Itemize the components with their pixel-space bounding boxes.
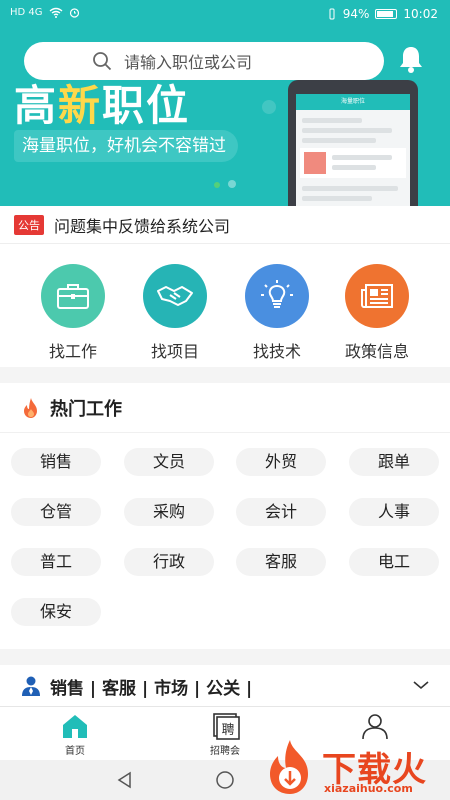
- quick-entry-circle: [245, 264, 309, 328]
- hot-jobs-title: 热门工作: [50, 398, 122, 420]
- job-tag[interactable]: 销售: [11, 448, 101, 476]
- network-indicator: HD 4G: [10, 7, 43, 18]
- battery-icon: [375, 9, 398, 19]
- tab-label: 首页: [65, 746, 85, 757]
- quick-entries: 找工作 找项目 找技术 政策信息: [0, 244, 450, 366]
- phone-line: [302, 118, 362, 123]
- battery-percent: 94%: [342, 7, 370, 21]
- watermark-domain: xiazaihuo.com: [324, 782, 413, 795]
- job-tag[interactable]: 客服: [236, 548, 326, 576]
- job-tag[interactable]: 跟单: [349, 448, 439, 476]
- notice-text[interactable]: 问题集中反馈给系统公司: [54, 213, 230, 237]
- notice-bar[interactable]: 公告 问题集中反馈给系统公司: [0, 206, 450, 244]
- category-filter-row[interactable]: 销售 | 客服 | 市场 | 公关 |: [0, 666, 450, 706]
- section-divider: [0, 367, 450, 383]
- phone-card: [300, 148, 406, 178]
- section-divider: [0, 649, 450, 665]
- quick-entry-circle: [143, 264, 207, 328]
- phone-line: [302, 138, 376, 143]
- clock-time: 10:02: [403, 7, 438, 21]
- newspaper-icon: [361, 284, 393, 308]
- quick-entry-label: 找项目: [150, 342, 199, 361]
- job-tag[interactable]: 外贸: [236, 448, 326, 476]
- watermark-flame-icon: [270, 740, 308, 794]
- quick-entry-label: 政策信息: [344, 342, 409, 361]
- phone-illustration: 海量职位: [288, 80, 418, 206]
- status-right-icons: 94% 10:02: [327, 7, 438, 21]
- wifi-icon: [49, 7, 62, 18]
- person-icon: [22, 676, 40, 696]
- back-icon[interactable]: [115, 770, 135, 790]
- search-bar[interactable]: 请输入职位或公司: [24, 42, 384, 80]
- home-icon: [63, 715, 87, 738]
- status-left-icons: HD 4G: [10, 7, 80, 18]
- banner-decoration: [228, 180, 236, 188]
- category-list: 销售 | 客服 | 市场 | 公关 |: [50, 678, 253, 699]
- banner-decoration: [262, 100, 276, 114]
- briefcase-icon: [57, 284, 89, 309]
- quick-entry-policy-news[interactable]: 政策信息: [327, 264, 427, 362]
- bell-icon[interactable]: [396, 44, 426, 74]
- job-tag[interactable]: 采购: [124, 498, 214, 526]
- banner-title-pre: 高: [14, 81, 59, 130]
- banner-title-post: 职位: [102, 81, 191, 130]
- phone-line: [302, 128, 392, 133]
- quick-entry-circle: [41, 264, 105, 328]
- tab-home[interactable]: 首页: [0, 707, 150, 761]
- job-tag[interactable]: 文员: [124, 448, 214, 476]
- alarm-icon: [69, 8, 79, 18]
- quick-entry-label: 找技术: [252, 342, 301, 361]
- quick-entry-label: 找工作: [48, 342, 97, 361]
- quick-entry-find-project[interactable]: 找项目: [125, 264, 225, 362]
- quick-entry-circle: [345, 264, 409, 328]
- phone-screen-title: 海量职位: [296, 94, 410, 110]
- job-fair-icon: 聘: [213, 713, 240, 740]
- job-tag[interactable]: 会计: [236, 498, 326, 526]
- notice-badge: 公告: [14, 214, 44, 235]
- job-tag[interactable]: 保安: [11, 598, 101, 626]
- banner-decoration: [214, 182, 220, 188]
- search-icon: [93, 52, 112, 71]
- banner-subtitle: 海量职位，好机会不容错过: [14, 130, 238, 162]
- banner-title: 高新职位: [14, 72, 190, 133]
- phone-card-thumb: [304, 152, 326, 174]
- job-tag[interactable]: 行政: [124, 548, 214, 576]
- phone-screen: 海量职位: [296, 94, 410, 206]
- watermark: 下载火 xiazaihuo.com: [262, 738, 448, 798]
- status-bar: HD 4G 94% 10:02: [0, 0, 450, 30]
- chevron-down-icon[interactable]: [412, 678, 430, 692]
- handshake-icon: [157, 286, 193, 306]
- user-icon: [362, 714, 388, 740]
- phone-line: [332, 155, 392, 160]
- job-tag[interactable]: 电工: [349, 548, 439, 576]
- quick-entry-find-job[interactable]: 找工作: [23, 264, 123, 362]
- hot-job-tags: 销售 文员 外贸 跟单 仓管 采购 会计 人事 普工 行政 客服 电工 保安: [0, 433, 450, 648]
- flame-icon: [24, 397, 37, 418]
- phone-line: [302, 196, 372, 201]
- job-tag[interactable]: 普工: [11, 548, 101, 576]
- hot-jobs-header: 热门工作: [0, 383, 450, 433]
- job-tag[interactable]: 仓管: [11, 498, 101, 526]
- banner-title-accent: 新: [58, 81, 103, 130]
- phone-line: [302, 186, 398, 191]
- hero-banner[interactable]: 海量职位 高新职位 海量职位，好机会不容错过 请输入职位或公司: [0, 30, 450, 206]
- phone-line: [332, 165, 376, 170]
- vibrate-icon: [329, 8, 335, 20]
- quick-entry-find-tech[interactable]: 找技术: [227, 264, 327, 362]
- job-fair-glyph: 聘: [221, 723, 234, 738]
- job-tag[interactable]: 人事: [349, 498, 439, 526]
- home-button-icon[interactable]: [215, 770, 235, 790]
- lightbulb-icon: [261, 280, 293, 308]
- search-input[interactable]: 请输入职位或公司: [124, 49, 252, 73]
